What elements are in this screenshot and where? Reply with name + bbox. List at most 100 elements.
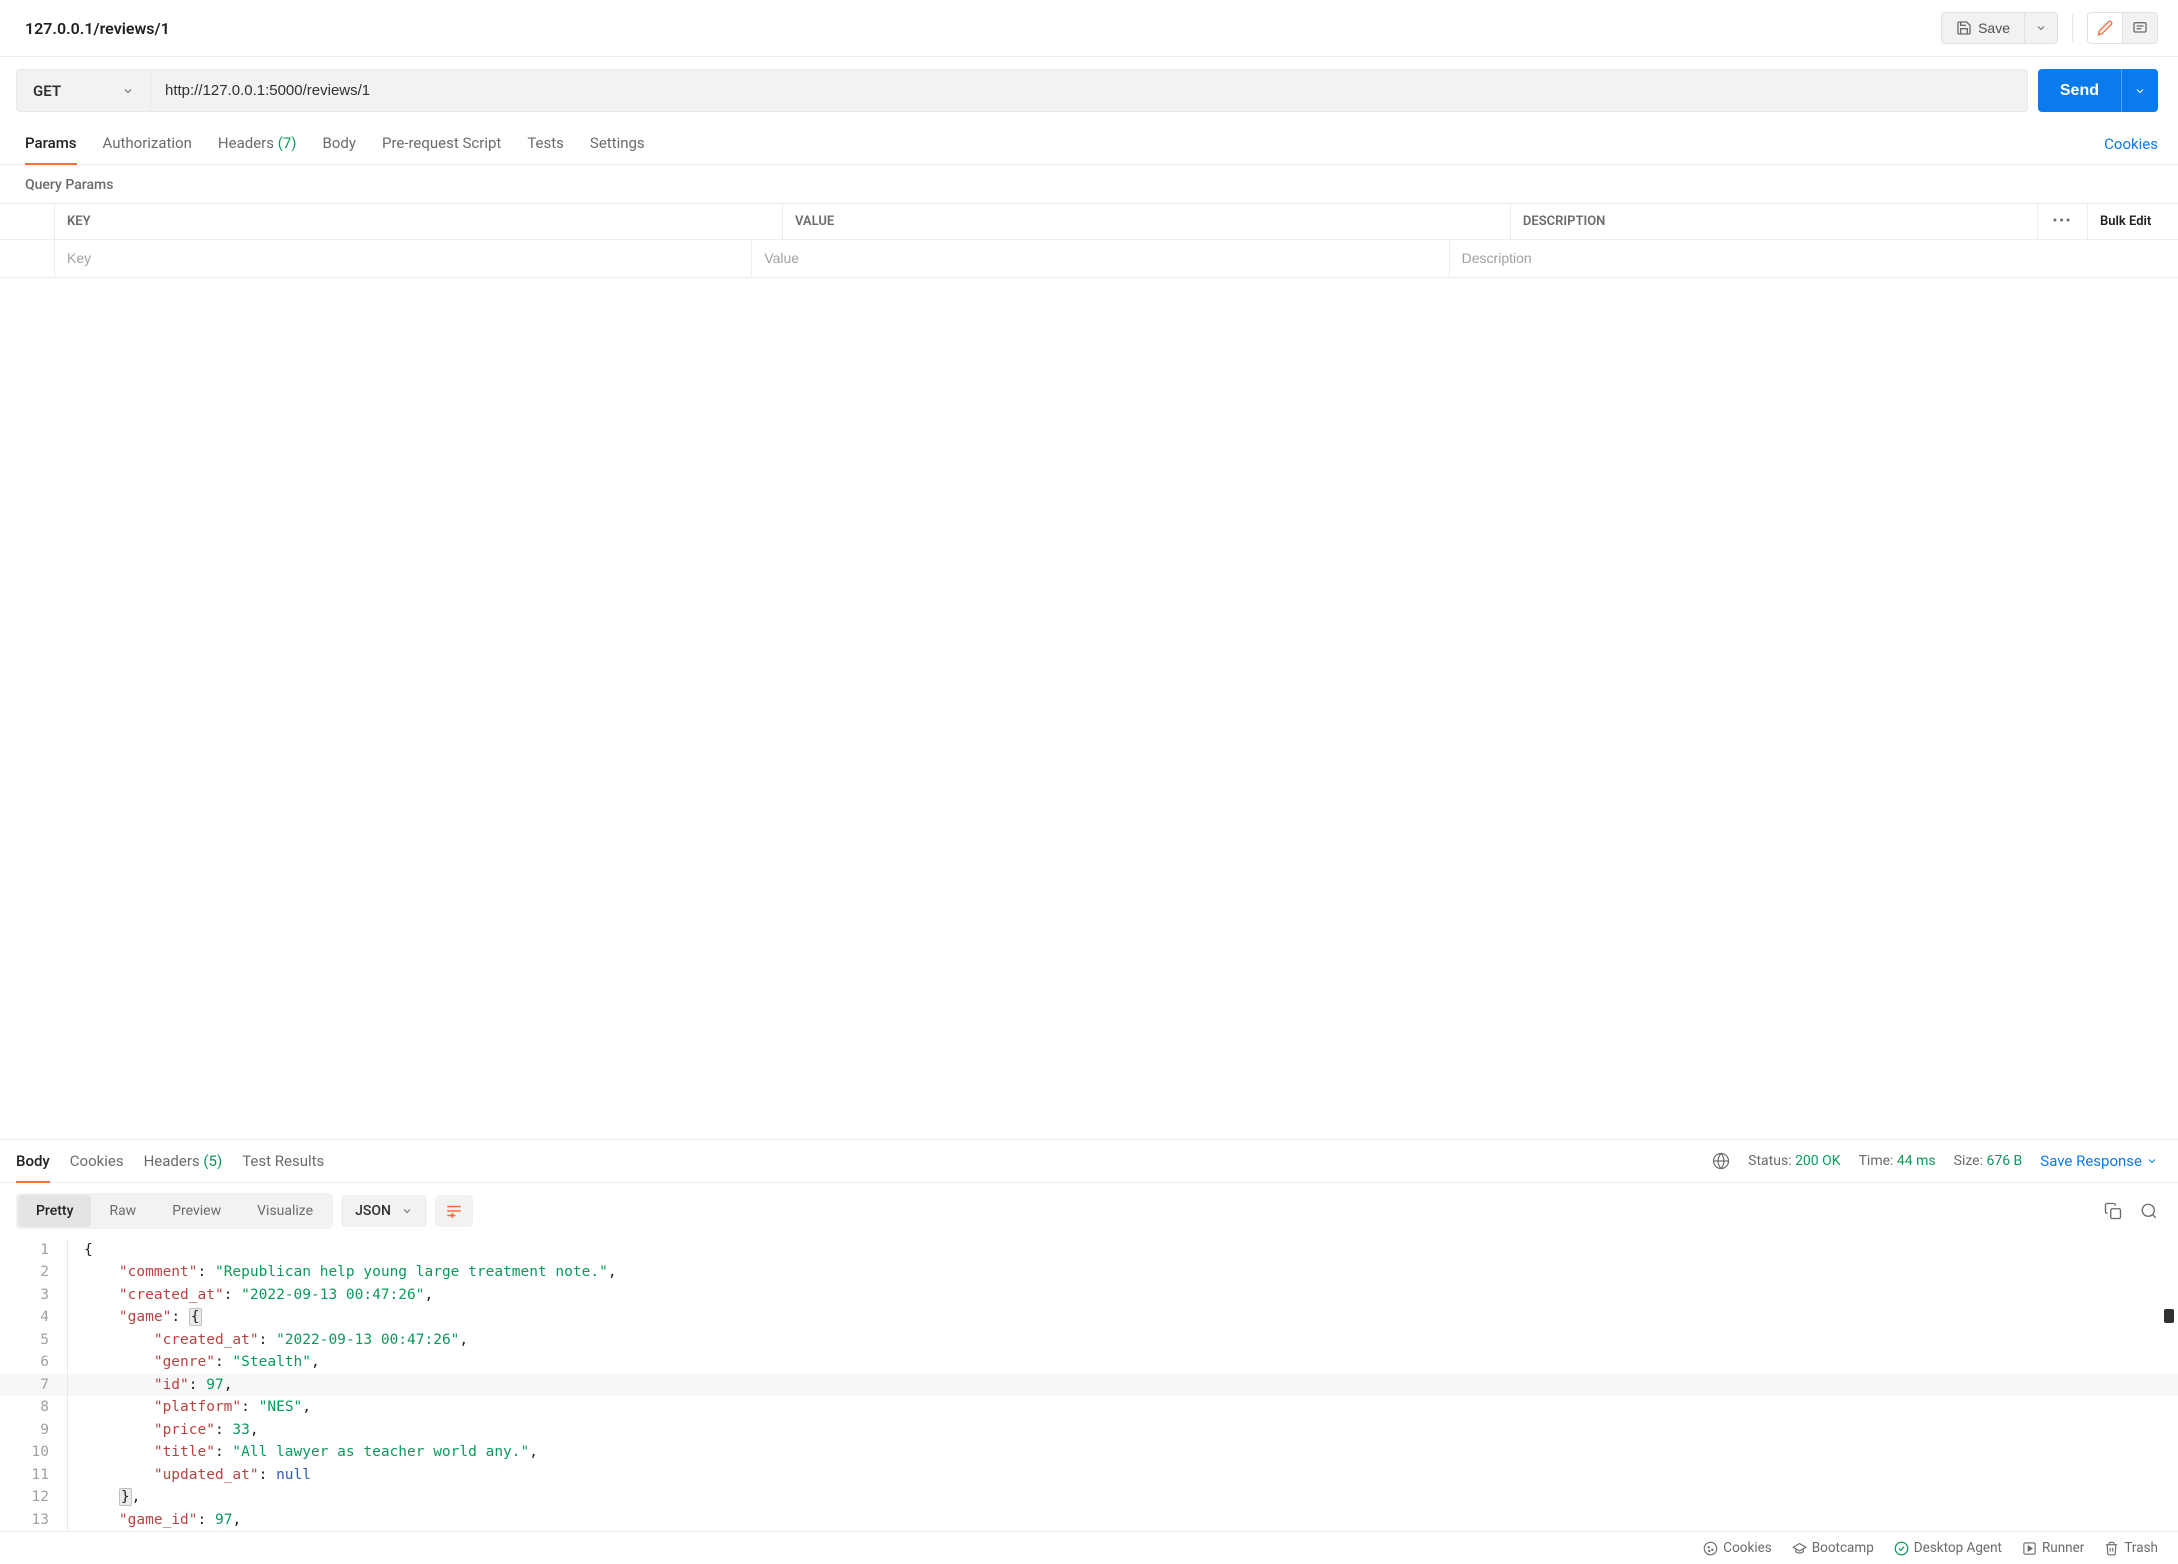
footer-runner[interactable]: Runner xyxy=(2022,1540,2084,1556)
tab-body[interactable]: Body xyxy=(323,124,356,164)
param-value-input[interactable] xyxy=(764,250,1436,266)
resp-tab-headers[interactable]: Headers (5) xyxy=(144,1140,223,1182)
resp-tab-cookies[interactable]: Cookies xyxy=(70,1140,124,1182)
line-number: 11 xyxy=(0,1464,68,1486)
save-icon xyxy=(1956,20,1972,36)
code-line[interactable]: 7 "id": 97, xyxy=(0,1374,2178,1396)
method-select[interactable]: GET xyxy=(16,69,151,112)
line-number: 7 xyxy=(0,1374,68,1396)
tab-headers[interactable]: Headers (7) xyxy=(218,124,297,164)
send-button[interactable]: Send xyxy=(2038,69,2121,112)
line-number: 10 xyxy=(0,1441,68,1463)
params-more-button[interactable]: ••• xyxy=(2038,204,2088,239)
line-content: "created_at": "2022-09-13 00:47:26", xyxy=(68,1284,433,1306)
play-icon xyxy=(2022,1541,2037,1556)
code-line[interactable]: 13 "game_id": 97, xyxy=(0,1509,2178,1531)
copy-icon xyxy=(2104,1202,2122,1220)
line-number: 3 xyxy=(0,1284,68,1306)
params-checkbox-header xyxy=(0,204,55,239)
request-name: 127.0.0.1/reviews/1 xyxy=(25,19,170,38)
url-input[interactable] xyxy=(151,69,2028,112)
footer-bootcamp[interactable]: Bootcamp xyxy=(1792,1540,1874,1556)
tab-params[interactable]: Params xyxy=(25,124,77,164)
chevron-down-icon xyxy=(401,1205,413,1217)
search-button[interactable] xyxy=(2140,1202,2158,1220)
params-row-checkbox[interactable] xyxy=(0,240,55,277)
code-line[interactable]: 5 "created_at": "2022-09-13 00:47:26", xyxy=(0,1329,2178,1351)
line-number: 13 xyxy=(0,1509,68,1531)
response-body[interactable]: 1{2 "comment": "Republican help young la… xyxy=(0,1239,2178,1531)
resp-tab-body[interactable]: Body xyxy=(16,1140,50,1182)
scroll-indicator[interactable] xyxy=(2164,1309,2174,1323)
code-line[interactable]: 1{ xyxy=(0,1239,2178,1261)
cookie-icon xyxy=(1703,1541,1718,1556)
code-line[interactable]: 8 "platform": "NES", xyxy=(0,1396,2178,1418)
line-content: "game_id": 97, xyxy=(68,1509,241,1531)
pencil-icon xyxy=(2097,20,2113,36)
line-content: { xyxy=(68,1239,93,1261)
divider xyxy=(2072,14,2073,42)
code-line[interactable]: 4 "game": { xyxy=(0,1306,2178,1328)
footer-trash[interactable]: Trash xyxy=(2104,1540,2158,1556)
line-number: 12 xyxy=(0,1486,68,1508)
search-icon xyxy=(2140,1202,2158,1220)
param-desc-input[interactable] xyxy=(1462,250,2166,266)
params-col-key: KEY xyxy=(55,204,783,239)
save-button[interactable]: Save xyxy=(1941,12,2025,44)
chevron-down-icon xyxy=(2134,85,2146,97)
line-content: }, xyxy=(68,1486,140,1508)
format-select[interactable]: JSON xyxy=(341,1195,427,1227)
params-col-value: VALUE xyxy=(783,204,1511,239)
footer-cookies[interactable]: Cookies xyxy=(1703,1540,1771,1556)
view-raw[interactable]: Raw xyxy=(91,1195,154,1227)
line-content: "game": { xyxy=(68,1306,202,1328)
trash-icon xyxy=(2104,1541,2119,1556)
line-number: 5 xyxy=(0,1329,68,1351)
code-line[interactable]: 3 "created_at": "2022-09-13 00:47:26", xyxy=(0,1284,2178,1306)
line-content: "price": 33, xyxy=(68,1419,259,1441)
line-content: "created_at": "2022-09-13 00:47:26", xyxy=(68,1329,468,1351)
tab-settings[interactable]: Settings xyxy=(590,124,645,164)
tab-pre-request[interactable]: Pre-request Script xyxy=(382,124,501,164)
edit-button[interactable] xyxy=(2087,12,2123,44)
save-dropdown[interactable] xyxy=(2025,12,2058,44)
status-label: Status: 200 OK xyxy=(1748,1153,1840,1169)
line-number: 4 xyxy=(0,1306,68,1328)
code-line[interactable]: 6 "genre": "Stealth", xyxy=(0,1351,2178,1373)
bootcamp-icon xyxy=(1792,1541,1807,1556)
resp-tab-test-results[interactable]: Test Results xyxy=(242,1140,324,1182)
line-content: "comment": "Republican help young large … xyxy=(68,1261,617,1283)
code-line[interactable]: 9 "price": 33, xyxy=(0,1419,2178,1441)
copy-button[interactable] xyxy=(2104,1202,2122,1220)
save-response-button[interactable]: Save Response xyxy=(2040,1152,2158,1170)
bulk-edit-button[interactable]: Bulk Edit xyxy=(2088,204,2178,239)
line-content: "platform": "NES", xyxy=(68,1396,311,1418)
tab-tests[interactable]: Tests xyxy=(527,124,564,164)
tab-authorization[interactable]: Authorization xyxy=(103,124,192,164)
footer-desktop-agent[interactable]: Desktop Agent xyxy=(1894,1540,2002,1556)
params-col-desc: DESCRIPTION xyxy=(1511,204,2038,239)
code-line[interactable]: 10 "title": "All lawyer as teacher world… xyxy=(0,1441,2178,1463)
code-line[interactable]: 2 "comment": "Republican help young larg… xyxy=(0,1261,2178,1283)
view-visualize[interactable]: Visualize xyxy=(239,1195,331,1227)
line-content: "updated_at": null xyxy=(68,1464,311,1486)
line-content: "id": 97, xyxy=(68,1374,232,1396)
chevron-down-icon xyxy=(2035,22,2047,34)
globe-icon[interactable] xyxy=(1712,1152,1730,1170)
size-label: Size: 676 B xyxy=(1954,1153,2023,1169)
line-number: 1 xyxy=(0,1239,68,1261)
comment-icon xyxy=(2132,20,2148,36)
line-number: 8 xyxy=(0,1396,68,1418)
view-pretty[interactable]: Pretty xyxy=(18,1195,91,1227)
send-dropdown[interactable] xyxy=(2121,69,2158,112)
line-content: "genre": "Stealth", xyxy=(68,1351,320,1373)
cookies-link[interactable]: Cookies xyxy=(2104,135,2158,153)
comment-button[interactable] xyxy=(2123,12,2158,44)
view-preview[interactable]: Preview xyxy=(154,1195,239,1227)
line-number: 2 xyxy=(0,1261,68,1283)
code-line[interactable]: 11 "updated_at": null xyxy=(0,1464,2178,1486)
param-key-input[interactable] xyxy=(67,250,739,266)
line-number: 6 xyxy=(0,1351,68,1373)
code-line[interactable]: 12 }, xyxy=(0,1486,2178,1508)
wrap-lines-button[interactable] xyxy=(435,1195,473,1227)
